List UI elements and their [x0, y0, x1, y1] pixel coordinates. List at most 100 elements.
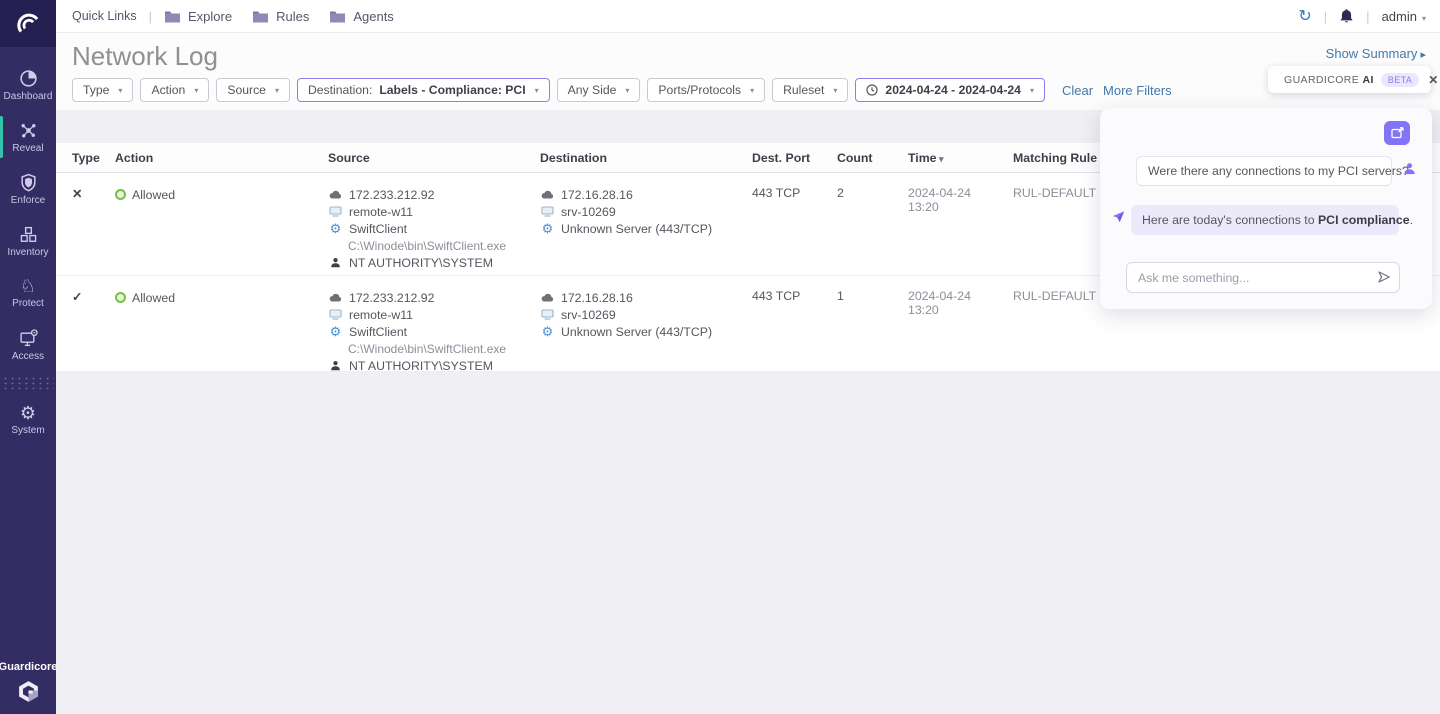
- navbar-divider: |: [149, 9, 152, 24]
- access-terminal-icon: [19, 329, 38, 348]
- filter-label: Source: [227, 83, 266, 97]
- filter-source[interactable]: Source: [216, 78, 290, 102]
- show-summary-link[interactable]: Show Summary: [1326, 46, 1426, 61]
- filter-any-side[interactable]: Any Side: [557, 78, 641, 102]
- chevron-down-icon: [275, 86, 279, 95]
- more-filters-button[interactable]: More Filters: [1103, 83, 1172, 98]
- source-process: SwiftClient: [349, 325, 407, 339]
- sidebar-item-label: Protect: [12, 298, 44, 309]
- col-time-sorted[interactable]: Time: [908, 151, 1013, 165]
- chevron-down-icon: [750, 86, 754, 95]
- col-action[interactable]: Action: [115, 151, 328, 165]
- sidebar-item-dashboard[interactable]: Dashboard: [0, 59, 56, 111]
- filter-ruleset[interactable]: Ruleset: [772, 78, 848, 102]
- col-dest-port[interactable]: Dest. Port: [752, 151, 837, 165]
- user-menu[interactable]: admin: [1382, 9, 1426, 24]
- sidebar-item-system[interactable]: ⚙ System: [0, 394, 56, 446]
- sidebar-item-access[interactable]: Access: [0, 319, 56, 371]
- nav-link-label: Explore: [188, 9, 232, 24]
- cloud-icon: [540, 190, 555, 199]
- ai-panel-expand-button[interactable]: [1384, 121, 1410, 145]
- ai-chat-message: Here are today's connections to PCI comp…: [1131, 205, 1399, 235]
- send-icon[interactable]: [1377, 270, 1391, 284]
- sidebar-item-protect[interactable]: ♘ Protect: [0, 267, 56, 319]
- filter-destination[interactable]: Destination: Labels - Compliance: PCI: [297, 78, 550, 102]
- filter-label: Ruleset: [783, 83, 824, 97]
- dest-port-cell: 443 TCP: [752, 186, 837, 200]
- quick-links-label[interactable]: Quick Links: [72, 9, 137, 23]
- guardicore-ai-badge[interactable]: GUARDICORE AI BETA ✕: [1268, 66, 1431, 93]
- destination-ip: 172.16.28.16: [561, 188, 633, 202]
- nav-link-explore[interactable]: Explore: [164, 9, 232, 24]
- filter-type[interactable]: Type: [72, 78, 133, 102]
- col-destination[interactable]: Destination: [540, 151, 752, 165]
- source-process-path: C:\Winode\bin\SwiftClient.exe: [348, 342, 506, 356]
- company-logo[interactable]: [0, 0, 56, 47]
- process-gear-icon: ⚙: [328, 222, 343, 235]
- close-icon[interactable]: ✕: [1428, 73, 1438, 87]
- user-chat-message: Were there any connections to my PCI ser…: [1136, 156, 1392, 186]
- sidebar: Dashboard Reveal Enforce: [0, 0, 56, 714]
- destination-service: Unknown Server (443/TCP): [561, 325, 712, 339]
- sidebar-item-enforce[interactable]: Enforce: [0, 163, 56, 215]
- cloud-icon: [540, 293, 555, 302]
- time-date: 2024-04-24: [908, 186, 1013, 200]
- sidebar-item-reveal[interactable]: Reveal: [0, 111, 56, 163]
- guardicore-g-logo-icon: [16, 679, 41, 704]
- ai-chat-input[interactable]: [1126, 262, 1400, 293]
- system-gear-icon: ⚙: [20, 404, 36, 422]
- allowed-status-icon: [115, 189, 126, 200]
- workstation-icon: [328, 309, 343, 320]
- filter-label: Action: [151, 83, 185, 97]
- workstation-icon: [328, 206, 343, 217]
- source-ip: 172.233.212.92: [349, 291, 434, 305]
- navbar-divider: |: [1324, 9, 1327, 24]
- sidebar-dotted-separator: [2, 376, 54, 389]
- chevron-down-icon: [194, 86, 198, 95]
- sidebar-item-label: Dashboard: [4, 91, 53, 102]
- sidebar-item-label: Reveal: [12, 143, 43, 154]
- protect-knight-icon: ♘: [20, 277, 36, 295]
- time-clock: 13:20: [908, 200, 1013, 214]
- workstation-icon: [540, 309, 555, 320]
- brand-name: Guardicore: [0, 661, 57, 673]
- filter-action[interactable]: Action: [140, 78, 209, 102]
- filter-ports-protocols[interactable]: Ports/Protocols: [647, 78, 765, 102]
- nav-link-agents[interactable]: Agents: [329, 9, 393, 24]
- col-source[interactable]: Source: [328, 151, 540, 165]
- filter-label: Any Side: [568, 83, 617, 97]
- process-gear-icon: ⚙: [328, 325, 343, 338]
- user-avatar-icon: [1403, 162, 1416, 175]
- process-gear-icon: ⚙: [540, 222, 555, 235]
- inventory-boxes-icon: [19, 225, 38, 244]
- time-cell: 2024-04-24 13:20: [908, 289, 1013, 317]
- reveal-network-icon: [19, 121, 38, 140]
- source-cell: 172.233.212.92 remote-w11 ⚙SwiftClient C…: [328, 289, 540, 372]
- page-header: Network Log Show Summary Type Action Sou…: [56, 33, 1440, 110]
- destination-service: Unknown Server (443/TCP): [561, 222, 712, 236]
- destination-ip: 172.16.28.16: [561, 291, 633, 305]
- sidebar-item-label: Enforce: [11, 195, 45, 206]
- expand-panel-icon: [1391, 127, 1404, 139]
- destination-cell: 172.16.28.16 srv-10269 ⚙Unknown Server (…: [540, 289, 752, 340]
- chevron-down-icon: [535, 86, 539, 95]
- source-user: NT AUTHORITY\SYSTEM: [349, 359, 493, 373]
- sidebar-item-inventory[interactable]: Inventory: [0, 215, 56, 267]
- notifications-bell-icon[interactable]: [1339, 8, 1354, 24]
- source-process: SwiftClient: [349, 222, 407, 236]
- count-cell: 1: [837, 289, 908, 303]
- col-type[interactable]: Type: [72, 151, 115, 165]
- enforce-shield-icon: [19, 173, 38, 192]
- time-date: 2024-04-24: [908, 289, 1013, 303]
- sidebar-item-label: Access: [12, 351, 44, 362]
- refresh-icon[interactable]: ↻: [1298, 6, 1311, 26]
- filter-date-range[interactable]: 2024-04-24 - 2024-04-24: [855, 78, 1045, 102]
- col-count[interactable]: Count: [837, 151, 908, 165]
- source-host: remote-w11: [349, 205, 413, 219]
- ai-brand-label: GUARDICORE AI: [1284, 74, 1374, 86]
- chevron-down-icon: [833, 86, 837, 95]
- ai-input-wrap: [1126, 262, 1400, 293]
- clear-filters-button[interactable]: Clear: [1062, 83, 1093, 98]
- nav-link-rules[interactable]: Rules: [252, 9, 309, 24]
- dashboard-pie-icon: [19, 69, 38, 88]
